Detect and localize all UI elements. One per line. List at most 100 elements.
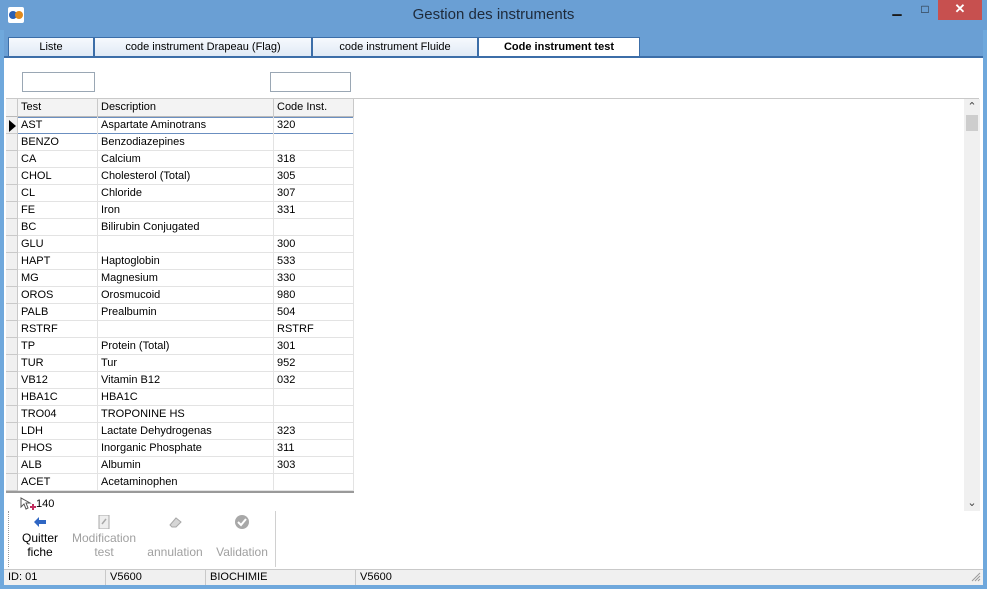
row-indicator[interactable] [6, 304, 18, 321]
row-indicator[interactable] [6, 355, 18, 372]
cell-description[interactable]: Cholesterol (Total) [98, 168, 274, 185]
table-row[interactable]: CL Chloride 307 [6, 185, 354, 202]
row-indicator[interactable] [6, 457, 18, 474]
scroll-thumb[interactable] [966, 115, 978, 131]
modify-button[interactable]: Modification test [67, 511, 141, 567]
filter-test-input[interactable] [22, 72, 95, 92]
table-row[interactable]: TUR Tur 952 [6, 355, 354, 372]
close-button[interactable]: ✕ [938, 0, 982, 20]
table-row[interactable]: VB12 Vitamin B12 032 [6, 372, 354, 389]
row-indicator[interactable] [6, 270, 18, 287]
cell-code[interactable]: 320 [274, 117, 354, 134]
cell-test[interactable]: TUR [18, 355, 98, 372]
table-row[interactable]: BENZO Benzodiazepines [6, 134, 354, 151]
cell-description[interactable]: Lactate Dehydrogenas [98, 423, 274, 440]
cell-description[interactable]: Tur [98, 355, 274, 372]
cell-test[interactable]: BC [18, 219, 98, 236]
table-row[interactable]: RSTRF RSTRF [6, 321, 354, 338]
cell-description[interactable]: Prealbumin [98, 304, 274, 321]
cell-description[interactable]: Albumin [98, 457, 274, 474]
row-indicator[interactable] [6, 338, 18, 355]
table-row[interactable]: TP Protein (Total) 301 [6, 338, 354, 355]
cell-code[interactable]: 318 [274, 151, 354, 168]
table-row[interactable]: GLU 300 [6, 236, 354, 253]
cell-code[interactable]: 032 [274, 372, 354, 389]
cell-test[interactable]: CHOL [18, 168, 98, 185]
cell-description[interactable]: TROPONINE HS [98, 406, 274, 423]
column-header-code[interactable]: Code Inst. [274, 99, 354, 117]
cell-test[interactable]: GLU [18, 236, 98, 253]
cell-test[interactable]: TRO04 [18, 406, 98, 423]
cell-test[interactable]: FE [18, 202, 98, 219]
cell-test[interactable]: OROS [18, 287, 98, 304]
new-record-row[interactable]: 140 [6, 491, 354, 511]
row-indicator[interactable] [6, 185, 18, 202]
cell-description[interactable] [98, 236, 274, 253]
cell-code[interactable]: 307 [274, 185, 354, 202]
cell-description[interactable] [98, 321, 274, 338]
cell-code[interactable]: 952 [274, 355, 354, 372]
cell-code[interactable]: 533 [274, 253, 354, 270]
cell-test[interactable]: PALB [18, 304, 98, 321]
row-indicator[interactable] [6, 236, 18, 253]
cell-code[interactable] [274, 389, 354, 406]
cell-test[interactable]: HBA1C [18, 389, 98, 406]
row-indicator[interactable] [6, 151, 18, 168]
maximize-button[interactable]: □ [912, 0, 938, 20]
cell-description[interactable]: Bilirubin Conjugated [98, 219, 274, 236]
cell-test[interactable]: VB12 [18, 372, 98, 389]
cell-code[interactable] [274, 219, 354, 236]
table-row[interactable]: OROS Orosmucoid 980 [6, 287, 354, 304]
row-indicator[interactable] [6, 202, 18, 219]
cell-description[interactable]: Magnesium [98, 270, 274, 287]
tab-drapeau-flag[interactable]: code instrument Drapeau (Flag) [94, 37, 312, 57]
cell-description[interactable]: Benzodiazepines [98, 134, 274, 151]
cell-code[interactable] [274, 406, 354, 423]
cell-code[interactable]: 330 [274, 270, 354, 287]
quit-button[interactable]: Quitter fiche [15, 511, 65, 567]
cell-description[interactable]: HBA1C [98, 389, 274, 406]
cell-description[interactable]: Vitamin B12 [98, 372, 274, 389]
cell-test[interactable]: PHOS [18, 440, 98, 457]
cell-code[interactable]: 300 [274, 236, 354, 253]
cell-description[interactable]: Protein (Total) [98, 338, 274, 355]
vertical-scrollbar[interactable]: ⌃ ⌄ [964, 99, 980, 511]
cell-code[interactable]: 305 [274, 168, 354, 185]
table-row[interactable]: TRO04 TROPONINE HS [6, 406, 354, 423]
row-indicator[interactable] [6, 168, 18, 185]
cell-description[interactable]: Orosmucoid [98, 287, 274, 304]
table-row[interactable]: ALB Albumin 303 [6, 457, 354, 474]
row-indicator[interactable] [6, 440, 18, 457]
cell-description[interactable]: Iron [98, 202, 274, 219]
tab-liste[interactable]: Liste [8, 37, 94, 57]
row-indicator[interactable] [6, 389, 18, 406]
column-header-description[interactable]: Description [98, 99, 274, 117]
cell-test[interactable]: RSTRF [18, 321, 98, 338]
table-row[interactable]: CHOL Cholesterol (Total) 305 [6, 168, 354, 185]
cell-code[interactable] [274, 134, 354, 151]
row-indicator[interactable] [6, 474, 18, 491]
row-indicator[interactable] [6, 219, 18, 236]
table-row[interactable]: PALB Prealbumin 504 [6, 304, 354, 321]
cell-code[interactable]: 303 [274, 457, 354, 474]
cell-test[interactable]: CL [18, 185, 98, 202]
cell-code[interactable]: 301 [274, 338, 354, 355]
scroll-down-icon[interactable]: ⌄ [964, 495, 980, 511]
row-indicator[interactable] [6, 287, 18, 304]
cell-description[interactable]: Acetaminophen [98, 474, 274, 491]
cell-test[interactable]: AST [18, 117, 98, 134]
scroll-up-icon[interactable]: ⌃ [964, 99, 980, 115]
validate-button[interactable]: Validation [209, 511, 275, 567]
table-row[interactable]: CA Calcium 318 [6, 151, 354, 168]
row-indicator[interactable] [6, 117, 18, 134]
cell-description[interactable]: Aspartate Aminotrans [98, 117, 274, 134]
cell-description[interactable]: Haptoglobin [98, 253, 274, 270]
cell-description[interactable]: Calcium [98, 151, 274, 168]
cancel-button[interactable]: annulation [143, 511, 207, 567]
cell-test[interactable]: ALB [18, 457, 98, 474]
row-indicator[interactable] [6, 372, 18, 389]
column-header-test[interactable]: Test [18, 99, 98, 117]
tab-code-instrument-test[interactable]: Code instrument test [478, 37, 640, 58]
cell-test[interactable]: LDH [18, 423, 98, 440]
row-indicator[interactable] [6, 134, 18, 151]
